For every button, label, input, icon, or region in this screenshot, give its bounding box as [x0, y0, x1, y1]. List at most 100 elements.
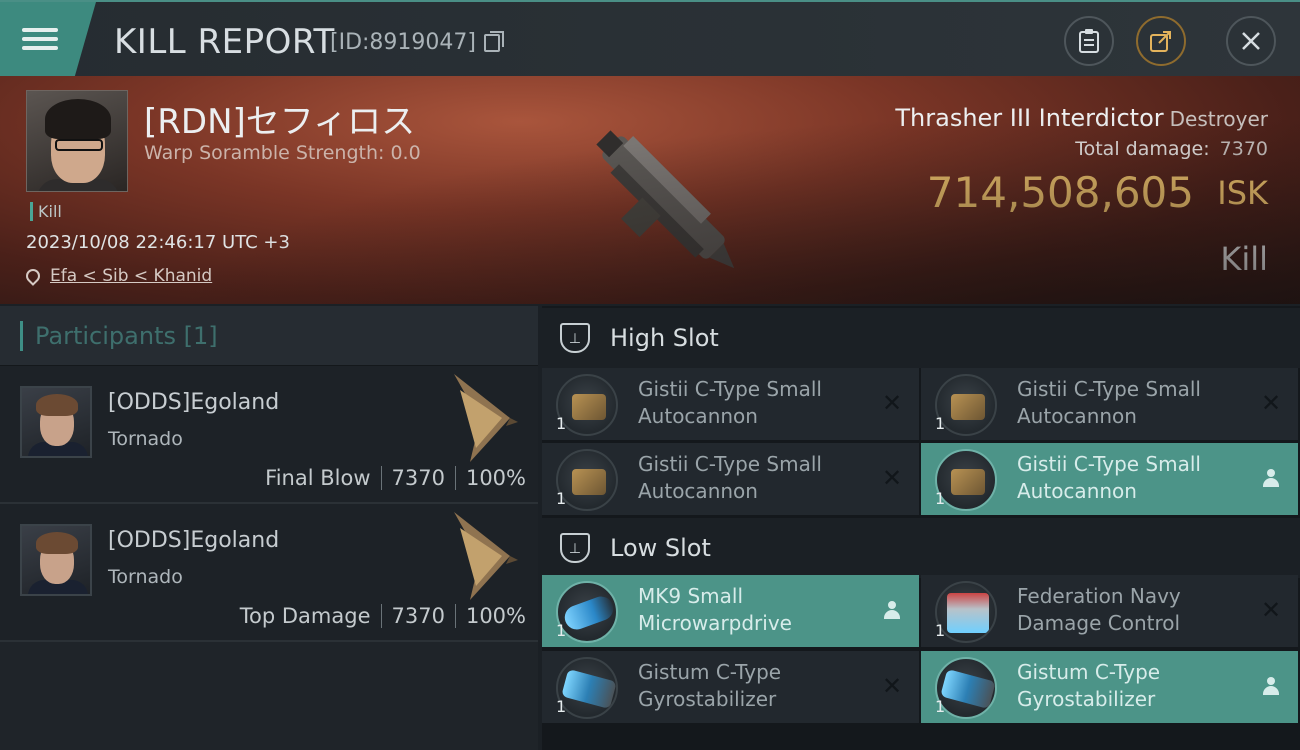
destroyed-icon: ✕: [881, 672, 903, 700]
participant-percent: 100%: [465, 466, 526, 490]
total-damage-label: Total damage:: [1075, 138, 1210, 160]
low-slot-icon: ⊥: [560, 533, 590, 563]
victim-header: [RDN]セフィロス Warp Soramble Strength: 0.0 K…: [0, 76, 1300, 304]
participant-avatar[interactable]: [20, 524, 92, 596]
copy-icon[interactable]: [484, 31, 504, 52]
total-damage-value: 7370: [1219, 138, 1268, 160]
module-name-line2: Microwarpdrive: [638, 611, 792, 635]
module-name-line2: Autocannon: [1017, 479, 1137, 503]
ship-class: Destroyer: [1169, 107, 1268, 131]
high-slot-icon: ⊥: [560, 323, 590, 353]
clipboard-icon: [1079, 29, 1099, 53]
hamburger-icon: [22, 23, 58, 55]
clipboard-button[interactable]: [1064, 16, 1114, 66]
high-slot-header: ⊥ High Slot: [542, 308, 1300, 368]
module-name-line2: Autocannon: [638, 479, 758, 503]
module-item[interactable]: 1 Gistum C-Type Gyrostabilizer: [921, 651, 1298, 723]
destroyed-icon: ✕: [881, 464, 903, 492]
module-name-line1: MK9 Small: [638, 584, 743, 608]
module-item[interactable]: 1 Gistum C-Type Gyrostabilizer ✕: [542, 651, 919, 723]
module-name-line2: Damage Control: [1017, 611, 1181, 635]
module-item[interactable]: 1 Gistii C-Type Small Autocannon ✕: [921, 368, 1298, 440]
participant-ship: Tornado: [108, 566, 183, 588]
destroyed-ship-image: [596, 130, 735, 269]
participant-name: [ODDS]Egoland: [108, 528, 280, 553]
module-name: Gistii C-Type Small Autocannon: [638, 376, 868, 430]
ship-type[interactable]: Thrasher III Interdictor: [895, 104, 1163, 132]
kill-datetime: 2023/10/08 22:46:17 UTC +3: [26, 232, 290, 253]
low-slot-title: Low Slot: [610, 534, 711, 562]
participant-ship: Tornado: [108, 428, 183, 450]
module-name-line1: Gistum C-Type: [638, 660, 782, 684]
top-bar: KILL REPORT [ID:8919047]: [0, 0, 1300, 76]
module-name-line2: Gyrostabilizer: [638, 687, 777, 711]
module-name-line2: Gyrostabilizer: [1017, 687, 1156, 711]
participant-ship-image: [454, 374, 518, 462]
module-quantity: 1: [935, 697, 946, 716]
victim-portrait[interactable]: [26, 90, 128, 192]
module-name: MK9 Small Microwarpdrive: [638, 583, 868, 637]
victim-name[interactable]: [RDN]セフィロス: [144, 94, 415, 143]
share-icon: [1150, 31, 1171, 52]
divider: [454, 604, 456, 628]
destroyed-icon: ✕: [1260, 389, 1282, 417]
participants-panel: Participants [1] [ODDS]Egoland Tornado F…: [0, 306, 538, 750]
divider: [454, 466, 456, 490]
kill-result: Kill: [1220, 240, 1268, 278]
total-damage: Total damage: 7370: [1075, 138, 1268, 160]
location-link[interactable]: Efa < Sib < Khanid: [50, 266, 212, 286]
kill-tag: Kill: [30, 202, 62, 221]
isk-label: ISK: [1217, 174, 1268, 212]
participant-row[interactable]: [ODDS]Egoland Tornado Top Damage 7370 10…: [0, 504, 538, 642]
page-title: KILL REPORT: [114, 22, 335, 62]
participant-stats: Top Damage 7370 100%: [240, 604, 526, 628]
participant-ship-image: [454, 512, 518, 600]
module-quantity: 1: [935, 414, 946, 433]
report-id: [ID:8919047]: [330, 30, 476, 55]
high-slot-title: High Slot: [610, 324, 719, 352]
isk-value: 714,508,605: [926, 168, 1194, 217]
kill-report-screen: KILL REPORT [ID:8919047] [RDN]セフィロス Warp…: [0, 0, 1300, 750]
participant-name: [ODDS]Egoland: [108, 390, 280, 415]
divider: [380, 466, 382, 490]
module-name: Gistii C-Type Small Autocannon: [638, 451, 868, 505]
ship-name: Thrasher III Interdictor Destroyer: [895, 104, 1268, 132]
module-item[interactable]: 1 Gistii C-Type Small Autocannon: [921, 443, 1298, 515]
module-name: Gistii C-Type Small Autocannon: [1017, 376, 1247, 430]
module-item[interactable]: 1 MK9 Small Microwarpdrive: [542, 575, 919, 647]
location-pin-icon: [23, 266, 43, 286]
participant-avatar[interactable]: [20, 386, 92, 458]
divider: [380, 604, 382, 628]
module-name: Gistum C-Type Gyrostabilizer: [638, 659, 868, 713]
module-name: Gistii C-Type Small Autocannon: [1017, 451, 1247, 505]
location[interactable]: Efa < Sib < Khanid: [23, 266, 212, 286]
module-name-line1: Gistum C-Type: [1017, 660, 1161, 684]
module-item[interactable]: 1 Federation Navy Damage Control ✕: [921, 575, 1298, 647]
share-button[interactable]: [1136, 16, 1186, 66]
module-quantity: 1: [556, 697, 567, 716]
module-quantity: 1: [935, 621, 946, 640]
participants-header: Participants [1]: [0, 306, 538, 366]
close-button[interactable]: [1226, 16, 1276, 66]
module-name-line1: Gistii C-Type Small: [1017, 452, 1201, 476]
module-name-line1: Gistii C-Type Small: [638, 377, 822, 401]
close-icon: [1242, 32, 1260, 50]
fitting-panel: ⊥ High Slot 1 Gistii C-Type Small Autocan…: [542, 306, 1300, 750]
participant-role: Final Blow: [265, 466, 371, 490]
participant-row[interactable]: [ODDS]Egoland Tornado Final Blow 7370 10…: [0, 366, 538, 504]
destroyed-icon: ✕: [881, 389, 903, 417]
menu-button[interactable]: [0, 2, 96, 76]
module-item[interactable]: 1 Gistii C-Type Small Autocannon ✕: [542, 443, 919, 515]
participant-damage: 7370: [391, 604, 445, 628]
module-name-line2: Autocannon: [1017, 404, 1137, 428]
destroyed-icon: ✕: [1260, 596, 1282, 624]
dropped-person-icon: [879, 597, 905, 623]
module-name-line1: Federation Navy: [1017, 584, 1181, 608]
participants-title: Participants [1]: [35, 321, 218, 350]
module-quantity: 1: [556, 489, 567, 508]
module-item[interactable]: 1 Gistii C-Type Small Autocannon ✕: [542, 368, 919, 440]
module-name: Gistum C-Type Gyrostabilizer: [1017, 659, 1247, 713]
participant-role: Top Damage: [239, 604, 371, 628]
dropped-person-icon: [1258, 673, 1284, 699]
module-name: Federation Navy Damage Control: [1017, 583, 1247, 637]
